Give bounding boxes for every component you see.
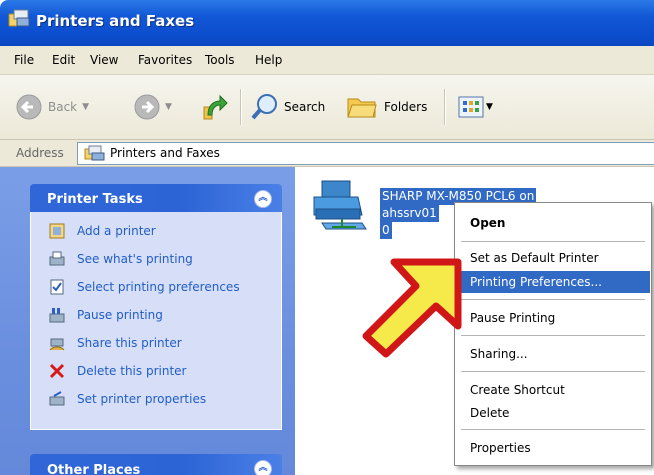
- folders-label: Folders: [384, 100, 428, 114]
- printer-icon[interactable]: [312, 179, 368, 231]
- up-folder-icon: [203, 94, 228, 120]
- printer-properties-icon: [49, 391, 65, 406]
- share-printer-icon: [49, 338, 65, 351]
- other-places-header[interactable]: Other Places ︽: [30, 454, 282, 475]
- printer-tasks-title: Printer Tasks: [47, 192, 143, 207]
- ctx-create-shortcut[interactable]: Create Shortcut: [456, 379, 650, 401]
- ctx-pause-printing[interactable]: Pause Printing: [456, 307, 650, 329]
- task-select-printing-preferences[interactable]: Select printing preferences: [49, 277, 240, 297]
- task-label: Pause printing: [77, 308, 163, 322]
- context-menu: Open Set as Default Printer Printing Pre…: [454, 202, 652, 466]
- ctx-printing-preferences[interactable]: Printing Preferences...: [456, 271, 650, 293]
- preferences-check-icon: [50, 279, 64, 295]
- task-set-printer-properties[interactable]: Set printer properties: [49, 389, 206, 409]
- window-title: Printers and Faxes: [36, 12, 195, 30]
- menu-view[interactable]: View: [90, 53, 118, 67]
- task-label: Select printing preferences: [77, 280, 240, 294]
- search-label: Search: [284, 100, 326, 114]
- views-button[interactable]: ▼: [458, 93, 493, 121]
- back-dropdown-icon[interactable]: ▼: [82, 102, 89, 112]
- other-places-title: Other Places: [47, 463, 141, 475]
- menu-favorites[interactable]: Favorites: [138, 53, 192, 67]
- task-label: Delete this printer: [77, 364, 187, 378]
- add-printer-icon: [49, 223, 65, 239]
- views-dropdown-icon[interactable]: ▼: [486, 102, 493, 112]
- pause-printer-icon: [49, 308, 65, 323]
- folders-button[interactable]: Folders: [346, 93, 427, 121]
- menu-help[interactable]: Help: [255, 53, 282, 67]
- forward-dropdown-icon[interactable]: ▼: [165, 102, 172, 112]
- address-bar: Address Printers and Faxes: [0, 140, 654, 167]
- search-button[interactable]: Search: [250, 93, 325, 121]
- up-folder-button[interactable]: [202, 93, 228, 121]
- printer-name-line-2[interactable]: ahssrv01: [380, 205, 439, 222]
- print-queue-icon: [49, 251, 65, 266]
- task-pause-printing[interactable]: Pause printing: [49, 305, 163, 325]
- ctx-properties[interactable]: Properties: [456, 437, 650, 459]
- toolbar: Back ▼ ▼ Search Folders ▼: [0, 75, 654, 140]
- menu-file[interactable]: File: [14, 53, 34, 67]
- task-label: Share this printer: [77, 336, 182, 350]
- task-label: Add a printer: [77, 224, 156, 238]
- menu-edit[interactable]: Edit: [52, 53, 75, 67]
- ctx-set-default-printer[interactable]: Set as Default Printer: [456, 247, 650, 269]
- printer-tasks-panel: Add a printer See what's printing Select…: [30, 212, 282, 430]
- printers-folder-small-icon: [84, 145, 105, 161]
- collapse-chevron-icon[interactable]: ︽: [254, 460, 272, 475]
- task-label: Set printer properties: [77, 392, 207, 406]
- task-share-printer[interactable]: Share this printer: [49, 333, 182, 353]
- task-pane: Printer Tasks ︽ Add a printer See what's…: [0, 167, 295, 475]
- collapse-chevron-icon[interactable]: ︽: [254, 190, 272, 208]
- title-bar[interactable]: Printers and Faxes: [0, 0, 654, 46]
- task-see-whats-printing[interactable]: See what's printing: [49, 249, 193, 269]
- task-label: See what's printing: [77, 252, 193, 266]
- views-grid-icon: [458, 96, 484, 118]
- back-label: Back: [48, 100, 78, 114]
- menu-bar: File Edit View Favorites Tools Help: [0, 46, 654, 75]
- back-arrow-icon: [16, 94, 42, 120]
- printers-and-faxes-window: Printers and Faxes File Edit View Favori…: [0, 0, 654, 475]
- address-field[interactable]: Printers and Faxes: [77, 142, 654, 165]
- search-icon: [251, 94, 277, 120]
- ctx-open[interactable]: Open: [456, 212, 650, 234]
- address-value: Printers and Faxes: [110, 146, 220, 160]
- printers-folder-icon: [8, 9, 30, 27]
- printer-tasks-header[interactable]: Printer Tasks ︽: [30, 184, 282, 212]
- folders-icon: [347, 98, 377, 118]
- ctx-delete[interactable]: Delete: [456, 402, 650, 424]
- task-add-printer[interactable]: Add a printer: [49, 221, 156, 241]
- forward-arrow-icon: [134, 94, 160, 120]
- callout-arrow-icon: [362, 258, 462, 358]
- task-delete-printer[interactable]: Delete this printer: [49, 361, 186, 381]
- address-label: Address: [16, 146, 64, 160]
- delete-x-icon: [49, 363, 65, 379]
- printer-name-line-3[interactable]: 0: [380, 222, 392, 239]
- forward-button[interactable]: ▼: [134, 93, 172, 121]
- menu-tools[interactable]: Tools: [205, 53, 235, 67]
- back-button[interactable]: Back ▼: [16, 93, 89, 121]
- ctx-sharing[interactable]: Sharing...: [456, 343, 650, 365]
